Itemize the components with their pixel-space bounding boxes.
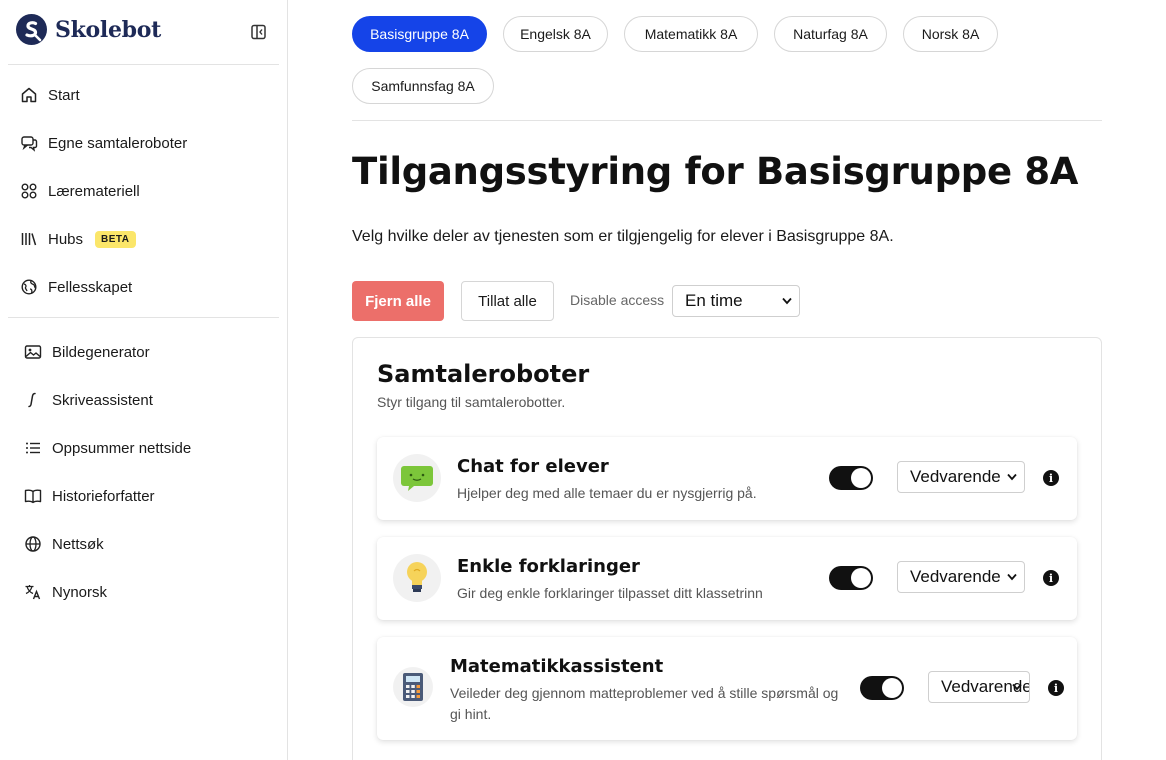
sidebar-item-laeremateriell[interactable]: Læremateriell bbox=[20, 179, 140, 203]
brand[interactable]: Skolebot bbox=[16, 14, 161, 45]
chips-divider bbox=[352, 120, 1102, 121]
book-icon bbox=[24, 489, 42, 504]
image-icon bbox=[24, 345, 42, 359]
sidebar-item-label: Oppsummer nettside bbox=[52, 439, 192, 457]
chat-bubbles-icon bbox=[21, 136, 38, 152]
group-chip-engelsk-8a[interactable]: Engelsk 8A bbox=[503, 16, 608, 52]
library-icon bbox=[21, 233, 37, 246]
section-title: Samtaleroboter bbox=[377, 360, 590, 388]
toggle-knob bbox=[851, 568, 871, 588]
lightbulb-icon bbox=[393, 554, 441, 602]
sidebar-item-label: Læremateriell bbox=[48, 182, 140, 200]
globe-icon bbox=[21, 279, 37, 295]
italic-cursor-icon bbox=[28, 392, 36, 408]
list-icon bbox=[26, 442, 40, 454]
web-globe-icon bbox=[25, 536, 41, 552]
page-description: Velg hvilke deler av tjenesten som er ti… bbox=[352, 228, 894, 245]
group-chip-basisgruppe-8a[interactable]: Basisgruppe 8A bbox=[352, 16, 487, 52]
sidebar-item-start[interactable]: Start bbox=[20, 83, 80, 107]
sidebar: Skolebot Start Egne samtaleroboter Lærem… bbox=[0, 0, 288, 760]
toggle-knob bbox=[851, 468, 871, 488]
bot-duration-value: Vedvarende bbox=[910, 567, 1001, 586]
sidebar-item-label: Fellesskapet bbox=[48, 278, 133, 296]
grid-circles-icon bbox=[21, 183, 37, 199]
green-chat-icon bbox=[393, 454, 441, 502]
sidebar-item-nynorsk[interactable]: Nynorsk bbox=[24, 580, 107, 604]
bot-name: Enkle forklaringer bbox=[457, 556, 640, 577]
bot-row-chat-for-elever: Chat for elever Hjelper deg med alle tem… bbox=[377, 437, 1077, 520]
chevron-down-icon bbox=[1012, 683, 1022, 691]
bot-name: Matematikkassistent bbox=[450, 656, 664, 677]
bot-description: Veileder deg gjennom matteproblemer ved … bbox=[450, 685, 839, 722]
sidebar-item-fellesskapet[interactable]: Fellesskapet bbox=[20, 275, 132, 299]
beta-badge: BETA bbox=[95, 230, 136, 248]
info-icon[interactable]: i bbox=[1048, 680, 1064, 696]
sidebar-item-nettsok[interactable]: Nettsøk bbox=[24, 532, 104, 556]
allow-all-button[interactable]: Tillat alle bbox=[461, 281, 554, 321]
bot-description: Hjelper deg med alle temaer du er nysgje… bbox=[457, 485, 757, 501]
brand-name: Skolebot bbox=[55, 16, 161, 43]
group-chip-naturfag-8a[interactable]: Naturfag 8A bbox=[774, 16, 887, 52]
chevron-down-icon bbox=[1007, 473, 1017, 481]
sidebar-item-egne-samtaleroboter[interactable]: Egne samtaleroboter bbox=[20, 131, 187, 155]
collapse-sidebar-icon[interactable] bbox=[250, 23, 268, 41]
group-chip-samfunnsfag-8a[interactable]: Samfunnsfag 8A bbox=[352, 68, 494, 104]
sidebar-item-oppsummer-nettside[interactable]: Oppsummer nettside bbox=[24, 436, 191, 460]
sidebar-item-label: Nettsøk bbox=[52, 535, 104, 553]
bot-duration-select[interactable]: Vedvarende bbox=[928, 671, 1030, 703]
bot-duration-select[interactable]: Vedvarende bbox=[897, 461, 1025, 493]
bot-duration-select[interactable]: Vedvarende bbox=[897, 561, 1025, 593]
brand-logo-icon bbox=[16, 14, 47, 45]
sidebar-item-hubs[interactable]: Hubs BETA bbox=[20, 227, 136, 251]
sidebar-item-label: Skriveassistent bbox=[52, 391, 153, 409]
info-icon[interactable]: i bbox=[1043, 570, 1059, 586]
remove-all-button[interactable]: Fjern alle bbox=[352, 281, 444, 321]
sidebar-item-skriveassistent[interactable]: Skriveassistent bbox=[24, 388, 153, 412]
bot-duration-value: Vedvarende bbox=[910, 467, 1001, 486]
sidebar-item-label: Egne samtaleroboter bbox=[48, 134, 188, 152]
sidebar-divider bbox=[8, 317, 279, 318]
sidebar-item-bildegenerator[interactable]: Bildegenerator bbox=[24, 340, 150, 364]
bot-row-matematikkassistent: Matematikkassistent Veileder deg gjennom… bbox=[377, 637, 1077, 740]
sidebar-item-label: Bildegenerator bbox=[52, 343, 150, 361]
sidebar-divider bbox=[8, 64, 279, 65]
calculator-icon bbox=[393, 667, 433, 707]
chevron-down-icon bbox=[782, 297, 792, 305]
bot-row-enkle-forklaringer: Enkle forklaringer Gir deg enkle forklar… bbox=[377, 537, 1077, 620]
home-icon bbox=[21, 87, 37, 103]
disable-access-select[interactable]: En time bbox=[672, 285, 800, 317]
chevron-down-icon bbox=[1007, 573, 1017, 581]
bot-access-toggle[interactable] bbox=[829, 466, 873, 490]
group-chip-matematikk-8a[interactable]: Matematikk 8A bbox=[624, 16, 758, 52]
bot-access-toggle[interactable] bbox=[860, 676, 904, 700]
sidebar-item-label: Nynorsk bbox=[52, 583, 108, 601]
sidebar-item-label: Start bbox=[48, 86, 80, 104]
disable-access-value: En time bbox=[685, 291, 743, 310]
bot-access-toggle[interactable] bbox=[829, 566, 873, 590]
info-icon[interactable]: i bbox=[1043, 470, 1059, 486]
sidebar-item-historieforfatter[interactable]: Historieforfatter bbox=[24, 484, 155, 508]
bot-description: Gir deg enkle forklaringer tilpasset dit… bbox=[457, 585, 763, 601]
sidebar-item-label: Hubs bbox=[48, 230, 84, 248]
translate-icon bbox=[25, 585, 41, 600]
page-title: Tilgangsstyring for Basisgruppe 8A bbox=[352, 150, 1079, 193]
bot-name: Chat for elever bbox=[457, 456, 609, 477]
section-subtitle: Styr tilgang til samtalerobotter. bbox=[377, 394, 566, 410]
sidebar-item-label: Historieforfatter bbox=[52, 487, 155, 505]
group-chip-norsk-8a[interactable]: Norsk 8A bbox=[903, 16, 998, 52]
toggle-knob bbox=[882, 678, 902, 698]
disable-access-label: Disable access bbox=[570, 292, 665, 308]
